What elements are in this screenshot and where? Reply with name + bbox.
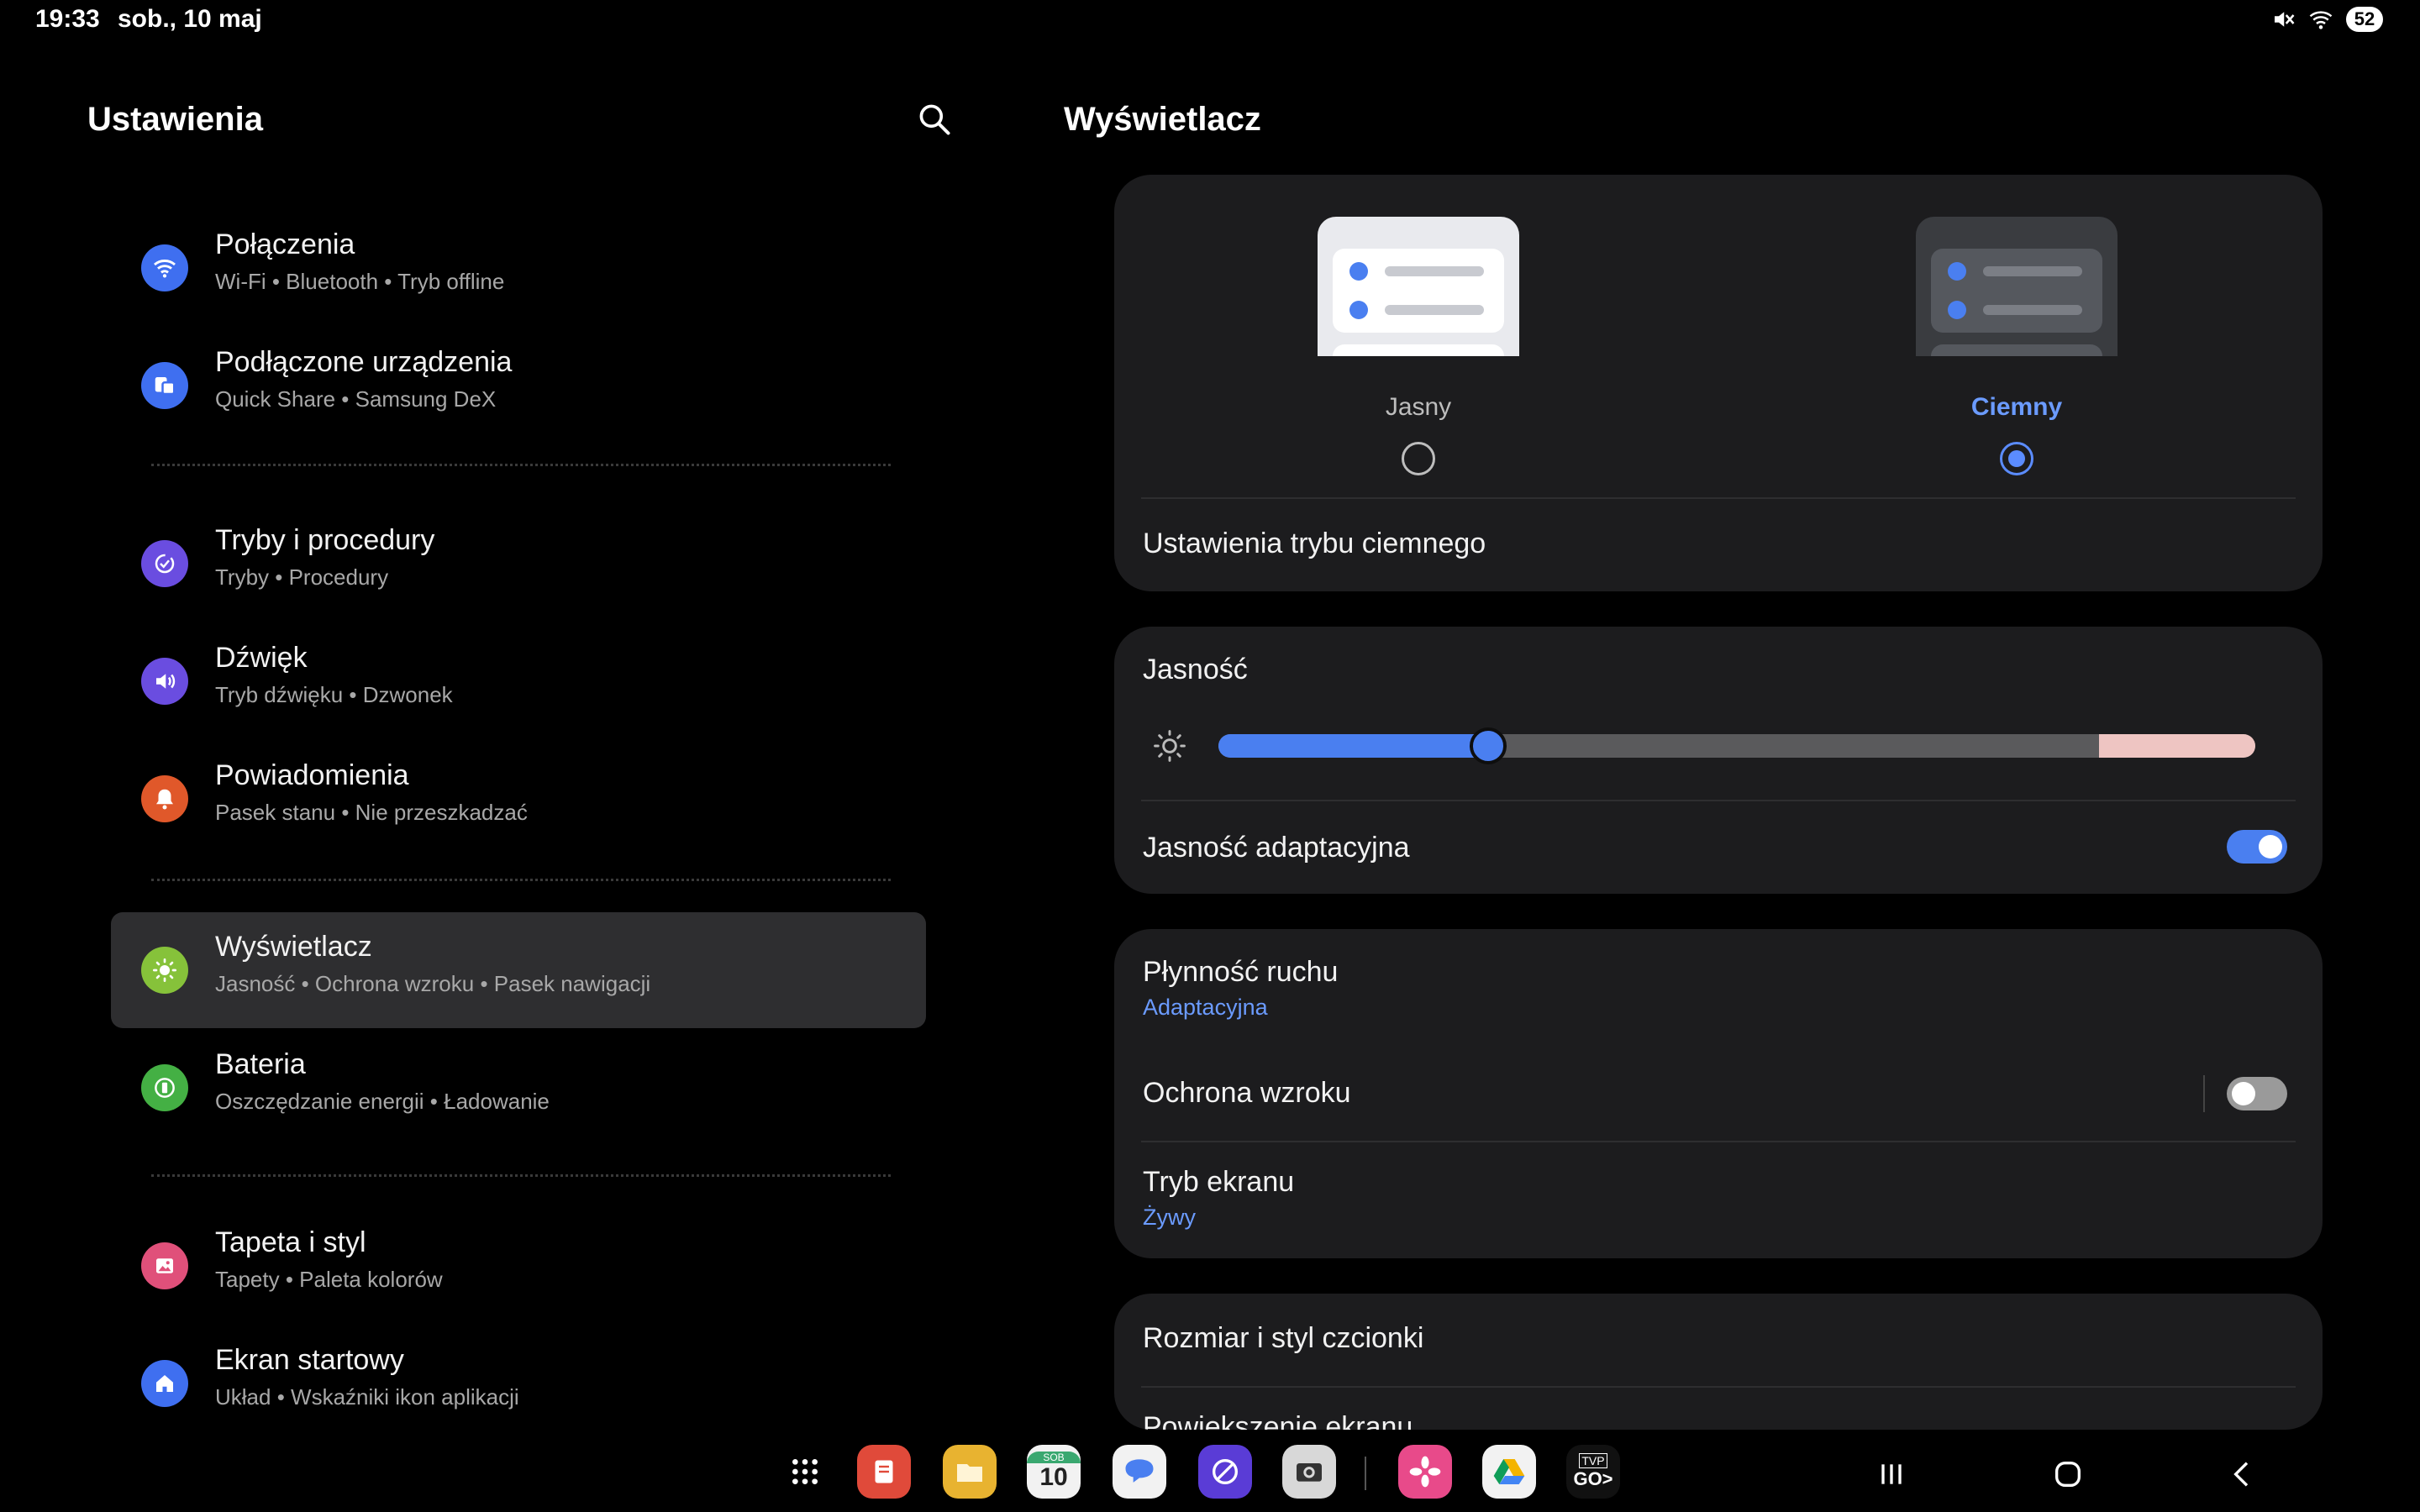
screen-mode-label[interactable]: Tryb ekranu bbox=[1143, 1166, 1294, 1199]
menu-item-title: Powiadomienia bbox=[215, 759, 409, 791]
section-divider bbox=[151, 1174, 891, 1177]
brightness-slider-thumb[interactable] bbox=[1469, 727, 1507, 764]
brightness-card: Jasność Jasność adaptacyjna bbox=[1114, 627, 2323, 894]
brightness-label: Jasność bbox=[1143, 654, 1248, 685]
menu-item-battery[interactable]: Bateria Oszczędzanie energii • Ładowanie bbox=[111, 1030, 926, 1146]
section-divider bbox=[151, 464, 891, 466]
status-time: 19:33 bbox=[35, 5, 100, 33]
home-button[interactable] bbox=[2047, 1453, 2089, 1495]
brightness-sun-icon bbox=[1154, 730, 1186, 762]
menu-item-connected-devices[interactable]: Podłączone urządzenia Quick Share • Sams… bbox=[111, 328, 926, 444]
adaptive-brightness-label: Jasność adaptacyjna bbox=[1143, 832, 1410, 864]
font-card: Rozmiar i styl czcionki Powiększenie ekr… bbox=[1114, 1294, 2323, 1430]
menu-item-subtitle: Pasek stanu • Nie przeszkadzać bbox=[215, 800, 528, 825]
search-icon bbox=[919, 104, 950, 135]
theme-card: Jasny Ciemny Ustawienia trybu ciemnego bbox=[1114, 175, 2323, 591]
motion-smoothness-label[interactable]: Płynność ruchu bbox=[1143, 956, 1338, 989]
status-icons: 52 bbox=[2270, 7, 2383, 32]
bell-icon bbox=[141, 775, 188, 822]
brightness-slider[interactable] bbox=[1218, 734, 2255, 758]
notes-icon[interactable] bbox=[857, 1445, 911, 1499]
menu-item-subtitle: Tapety • Paleta kolorów bbox=[215, 1267, 443, 1292]
status-bar: 19:33 sob., 10 maj 52 bbox=[0, 0, 2420, 47]
back-icon bbox=[2233, 1462, 2249, 1487]
menu-item-notifications[interactable]: Powiadomienia Pasek stanu • Nie przeszka… bbox=[111, 741, 926, 857]
brightness-slider-fill bbox=[1218, 734, 1488, 758]
menu-item-subtitle: Oszczędzanie energii • Ładowanie bbox=[215, 1089, 550, 1114]
apps-grid-icon[interactable] bbox=[778, 1445, 832, 1499]
recents-icon bbox=[1881, 1464, 1902, 1484]
files-icon[interactable] bbox=[943, 1445, 997, 1499]
taskbar: SOB 10 TVP GO> bbox=[0, 1436, 2420, 1512]
tvp-label: TVP bbox=[1579, 1453, 1607, 1468]
menu-item-home-screen[interactable]: Ekran startowy Układ • Wskaźniki ikon ap… bbox=[111, 1326, 926, 1441]
menu-item-subtitle: Tryb dźwięku • Dzwonek bbox=[215, 682, 453, 707]
menu-item-title: Wyświetlacz bbox=[215, 931, 372, 963]
dark-theme-label: Ciemny bbox=[1970, 393, 2063, 421]
light-theme-radio[interactable] bbox=[1402, 442, 1435, 475]
menu-item-wallpaper[interactable]: Tapeta i styl Tapety • Paleta kolorów bbox=[111, 1208, 926, 1324]
menu-item-title: Tryby i procedury bbox=[215, 524, 435, 556]
eye-comfort-toggle[interactable] bbox=[2227, 1077, 2287, 1110]
home-nav-icon bbox=[2055, 1462, 2081, 1487]
eye-comfort-label[interactable]: Ochrona wzroku bbox=[1143, 1077, 1351, 1110]
display-title: Wyświetlacz bbox=[1064, 101, 1261, 138]
dark-theme-preview[interactable] bbox=[1916, 217, 2118, 356]
drive-icon[interactable] bbox=[1482, 1445, 1536, 1499]
messages-icon[interactable] bbox=[1113, 1445, 1166, 1499]
camera-icon[interactable] bbox=[1282, 1445, 1336, 1499]
menu-item-subtitle: Quick Share • Samsung DeX bbox=[215, 386, 497, 412]
brightness-slider-extra-range bbox=[2099, 734, 2255, 758]
font-size-style-label[interactable]: Rozmiar i styl czcionki bbox=[1143, 1322, 1423, 1355]
menu-item-subtitle: Układ • Wskaźniki ikon aplikacji bbox=[215, 1384, 519, 1410]
adaptive-brightness-toggle[interactable] bbox=[2227, 830, 2287, 864]
settings-title: Ustawienia bbox=[87, 101, 263, 138]
motion-smoothness-value: Adaptacyjna bbox=[1143, 995, 1268, 1020]
sun-icon bbox=[141, 947, 188, 994]
devices-icon bbox=[141, 362, 188, 409]
search-button[interactable] bbox=[916, 101, 953, 138]
back-button[interactable] bbox=[2222, 1453, 2264, 1495]
menu-item-title: Tapeta i styl bbox=[215, 1226, 366, 1258]
screen-mode-value: Żywy bbox=[1143, 1205, 1196, 1230]
menu-item-subtitle: Jasność • Ochrona wzroku • Pasek nawigac… bbox=[215, 971, 651, 996]
calendar-day: 10 bbox=[1039, 1463, 1068, 1491]
menu-item-title: Bateria bbox=[215, 1048, 306, 1080]
motion-card: Płynność ruchu Adaptacyjna Ochrona wzrok… bbox=[1114, 929, 2323, 1258]
status-date: sob., 10 maj bbox=[118, 5, 262, 33]
menu-item-title: Dźwięk bbox=[215, 642, 308, 674]
dark-theme-radio[interactable] bbox=[2000, 442, 2033, 475]
section-divider bbox=[151, 879, 891, 881]
calendar-icon[interactable]: SOB 10 bbox=[1027, 1445, 1081, 1499]
wifi-icon bbox=[141, 244, 188, 291]
wifi-icon bbox=[2309, 11, 2333, 29]
menu-item-connections[interactable]: Połączenia Wi-Fi • Bluetooth • Tryb offl… bbox=[111, 210, 926, 326]
menu-item-subtitle: Wi-Fi • Bluetooth • Tryb offline bbox=[215, 269, 505, 294]
menu-item-subtitle: Tryby • Procedury bbox=[215, 564, 389, 590]
menu-item-title: Ekran startowy bbox=[215, 1344, 404, 1376]
internet-icon[interactable] bbox=[1198, 1445, 1252, 1499]
menu-item-title: Podłączone urządzenia bbox=[215, 346, 513, 378]
gallery-icon[interactable] bbox=[1398, 1445, 1452, 1499]
menu-item-sound[interactable]: Dźwięk Tryb dźwięku • Dzwonek bbox=[111, 623, 926, 739]
light-theme-label: Jasny bbox=[1385, 393, 1452, 421]
light-theme-preview[interactable] bbox=[1318, 217, 1519, 356]
menu-item-modes-routines[interactable]: Tryby i procedury Tryby • Procedury bbox=[111, 506, 926, 622]
recents-button[interactable] bbox=[1870, 1453, 1912, 1495]
calendar-day-label: SOB bbox=[1027, 1452, 1081, 1463]
mute-icon bbox=[2275, 12, 2295, 27]
wallpaper-icon bbox=[141, 1242, 188, 1289]
tvp-go-icon[interactable]: TVP GO> bbox=[1566, 1445, 1620, 1499]
menu-item-display[interactable]: Wyświetlacz Jasność • Ochrona wzroku • P… bbox=[111, 912, 926, 1028]
menu-item-title: Połączenia bbox=[215, 228, 355, 260]
home-icon bbox=[141, 1360, 188, 1407]
battery-icon bbox=[141, 1064, 188, 1111]
modes-icon bbox=[141, 540, 188, 587]
taskbar-divider bbox=[1365, 1457, 1366, 1490]
tvp-go-label: GO> bbox=[1573, 1468, 1613, 1489]
dark-mode-settings-row[interactable]: Ustawienia trybu ciemnego bbox=[1143, 528, 1486, 560]
battery-indicator: 52 bbox=[2346, 7, 2383, 32]
screen-zoom-label[interactable]: Powiększenie ekranu bbox=[1143, 1411, 1413, 1430]
sound-icon bbox=[141, 658, 188, 705]
